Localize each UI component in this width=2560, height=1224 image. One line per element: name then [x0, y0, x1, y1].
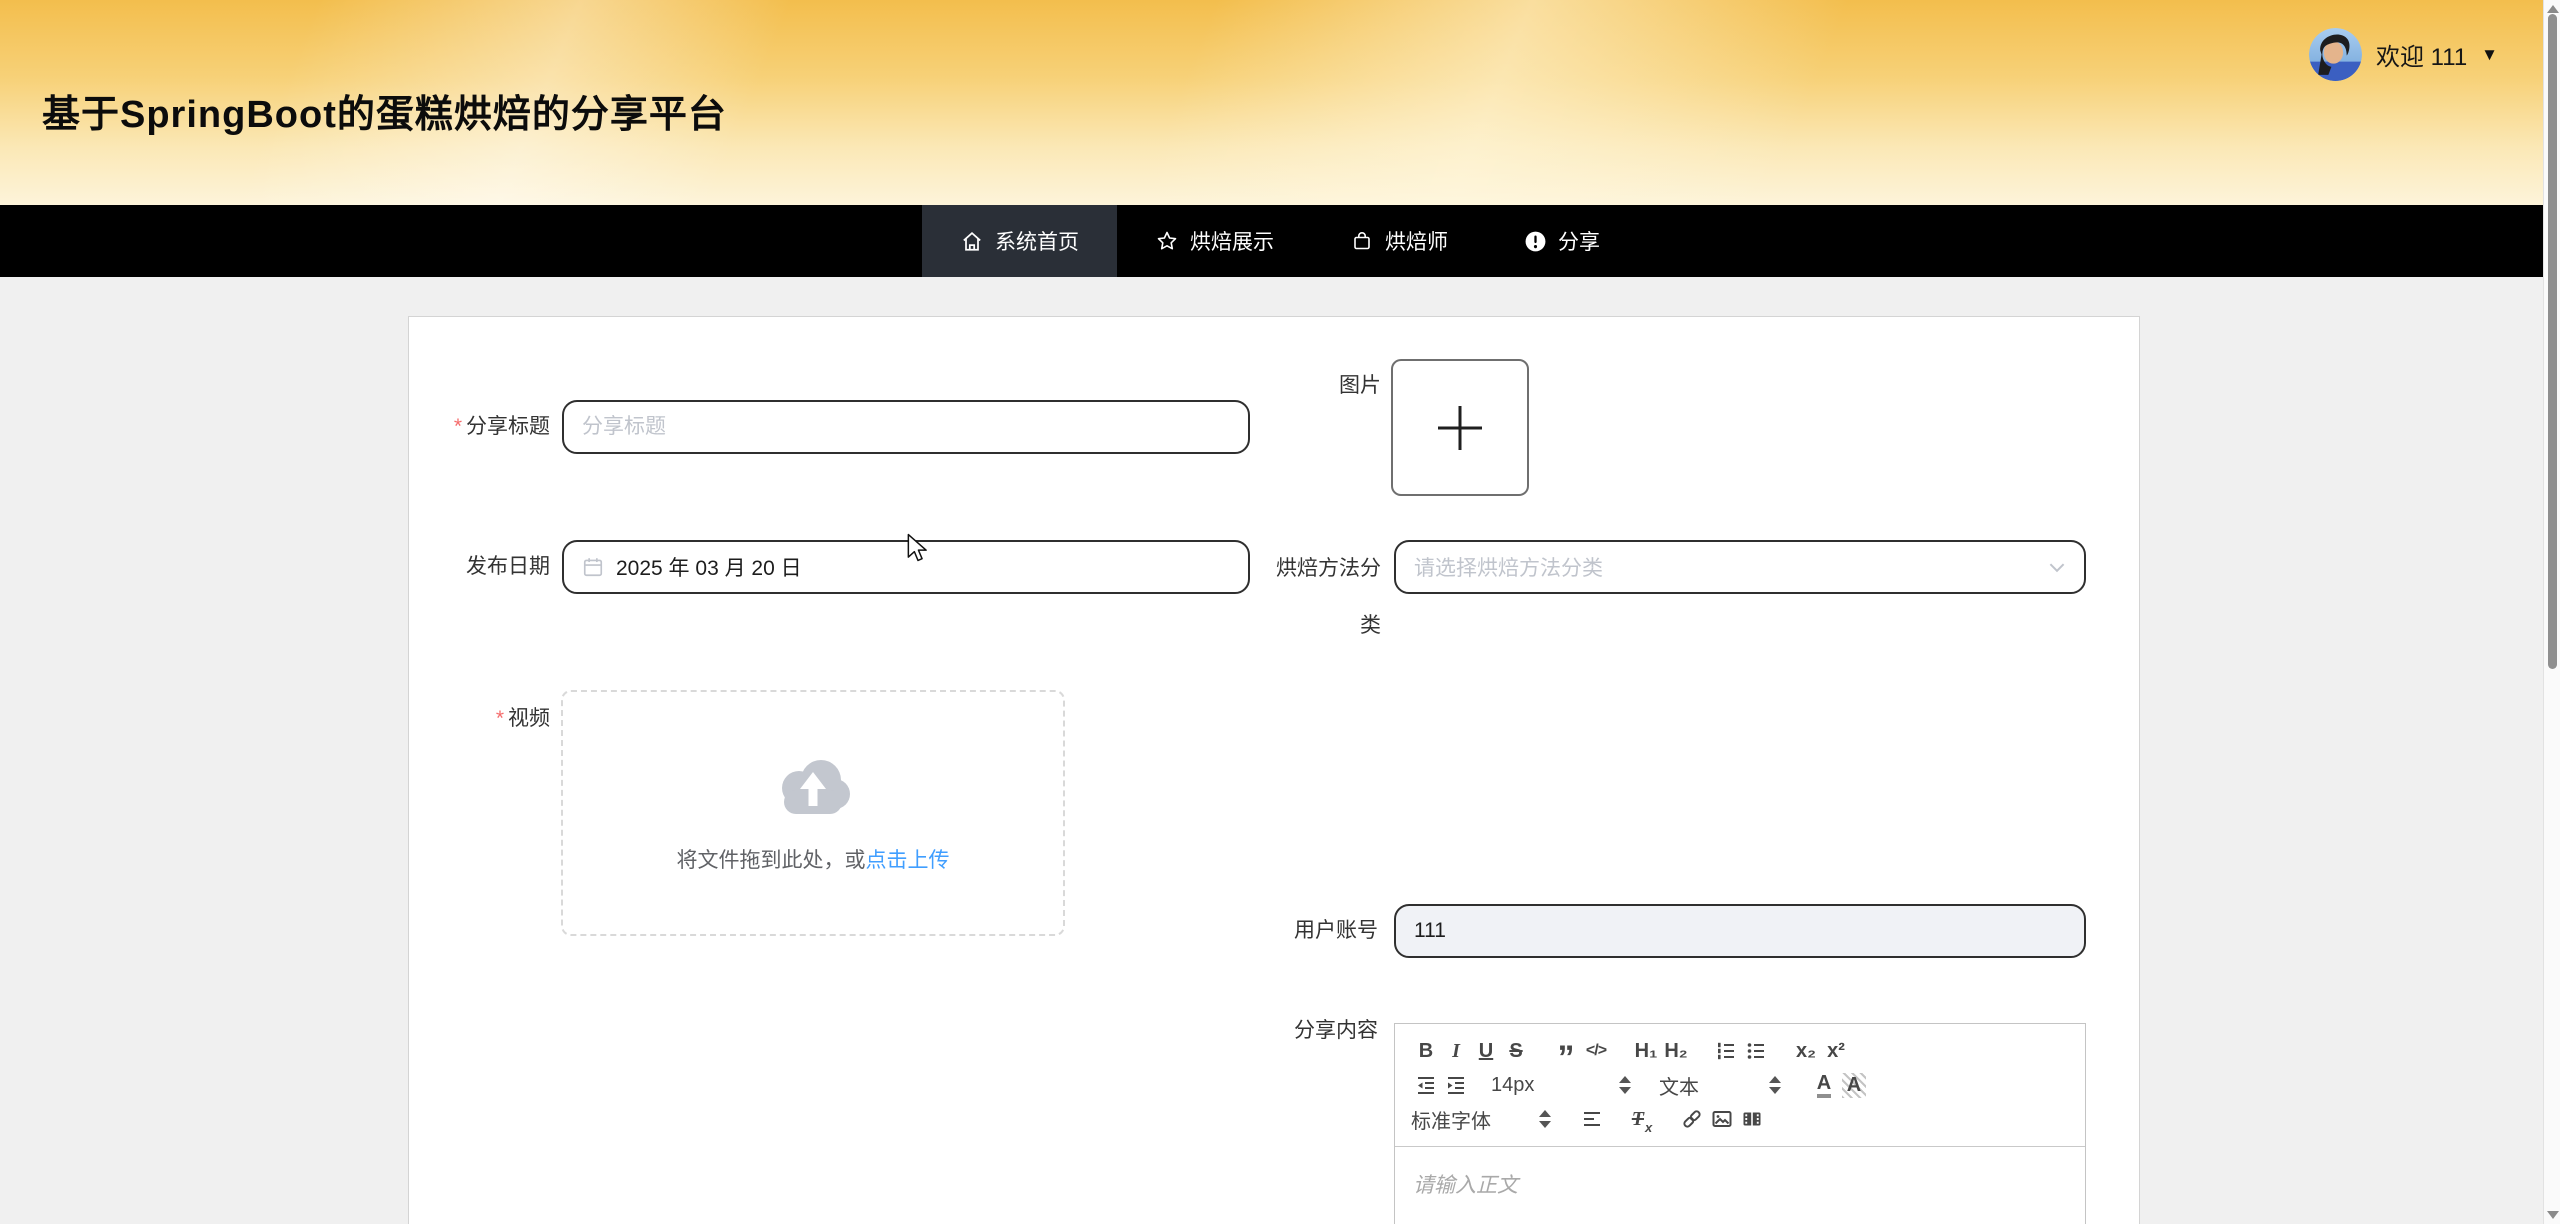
share-title-field [562, 400, 1250, 454]
background-color-button[interactable]: A [1839, 1069, 1869, 1101]
image-upload-button[interactable] [1391, 359, 1529, 496]
editor-content[interactable]: 请输入正文 [1395, 1147, 2085, 1221]
nav-item-label: 烘焙展示 [1190, 226, 1274, 256]
outdent-icon[interactable] [1411, 1069, 1441, 1101]
rich-text-editor: B I U S ” </> H₁ H₂ [1394, 1023, 2086, 1224]
nav-item-home[interactable]: 系统首页 [922, 205, 1117, 277]
main-nav: 系统首页 烘焙展示 烘焙师 分享 [0, 205, 2560, 277]
required-asterisk: * [496, 707, 504, 730]
indent-icon[interactable] [1441, 1069, 1471, 1101]
required-asterisk: * [454, 415, 462, 438]
bold-button[interactable]: B [1411, 1035, 1441, 1067]
avatar-photo [2309, 28, 2362, 81]
share-title-label: *分享标题 [409, 400, 550, 454]
blockquote-button[interactable]: ” [1551, 1028, 1581, 1074]
share-content-label: 分享内容 [1258, 1004, 1378, 1058]
bullet-list-icon[interactable] [1741, 1035, 1771, 1067]
page: 基于SpringBoot的蛋糕烘焙的分享平台 [0, 0, 2560, 1224]
scrollbar-thumb[interactable] [2548, 14, 2557, 669]
heading-picker[interactable]: 文本 [1659, 1069, 1781, 1101]
strikethrough-button[interactable]: S [1501, 1035, 1531, 1067]
star-icon [1155, 229, 1179, 253]
scroll-up-arrow-icon[interactable] [2547, 5, 2559, 13]
home-icon [960, 229, 984, 253]
publish-date-label: 发布日期 [409, 540, 550, 594]
upload-cloud-icon [769, 752, 857, 818]
align-icon[interactable] [1577, 1103, 1607, 1135]
link-icon[interactable] [1677, 1103, 1707, 1135]
underline-button[interactable]: U [1471, 1035, 1501, 1067]
share-title-input[interactable] [582, 402, 1230, 452]
account-field [1394, 904, 2086, 958]
code-block-button[interactable]: </> [1581, 1035, 1611, 1067]
font-family-value: 标准字体 [1411, 1105, 1491, 1134]
method-category-label: 烘焙方法分 类 [1261, 540, 1381, 654]
header2-button[interactable]: H₂ [1661, 1035, 1691, 1067]
scroll-down-arrow-icon[interactable] [2547, 1211, 2559, 1219]
method-category-placeholder: 请选择烘焙方法分类 [1414, 552, 1603, 582]
font-size-picker[interactable]: 14px [1491, 1069, 1631, 1101]
user-menu[interactable]: 欢迎 111 ▼ [2309, 28, 2498, 81]
page-scrollbar[interactable] [2543, 0, 2560, 1224]
share-form-card: *分享标题 图片 发布日期 [408, 316, 2140, 1224]
text-color-button[interactable]: A [1809, 1069, 1839, 1101]
insert-image-icon[interactable] [1707, 1103, 1737, 1135]
clear-format-button[interactable]: Tx [1627, 1103, 1657, 1135]
welcome-text: 欢迎 111 [2376, 37, 2467, 72]
subscript-button[interactable]: x₂ [1791, 1035, 1821, 1067]
calendar-icon [582, 556, 604, 578]
publish-date-picker[interactable]: 2025 年 03 月 20 日 [562, 540, 1250, 594]
publish-date-value: 2025 年 03 月 20 日 [616, 552, 802, 582]
video-upload-dropzone[interactable]: 将文件拖到此处，或点击上传 [561, 690, 1065, 936]
nav-item-label: 分享 [1558, 226, 1600, 256]
updown-caret-icon [1769, 1076, 1781, 1094]
nav-item-label: 系统首页 [995, 226, 1079, 256]
nav-item-baking-show[interactable]: 烘焙展示 [1117, 205, 1312, 277]
content-area: *分享标题 图片 发布日期 [0, 277, 2560, 1224]
bag-icon [1350, 229, 1374, 253]
insert-video-icon[interactable] [1737, 1103, 1767, 1135]
nav-item-label: 烘焙师 [1385, 226, 1448, 256]
plus-icon [1436, 404, 1484, 452]
method-category-select[interactable]: 请选择烘焙方法分类 [1394, 540, 2086, 594]
account-input[interactable] [1414, 906, 2066, 956]
font-family-picker[interactable]: 标准字体 [1411, 1103, 1551, 1135]
chevron-down-icon [2048, 562, 2066, 573]
nav-item-baker[interactable]: 烘焙师 [1312, 205, 1486, 277]
avatar[interactable] [2309, 28, 2362, 81]
image-label: 图片 [1261, 359, 1381, 413]
video-upload-hint: 将文件拖到此处，或点击上传 [677, 844, 950, 874]
page-header: 基于SpringBoot的蛋糕烘焙的分享平台 [0, 0, 2560, 205]
ordered-list-icon[interactable] [1711, 1035, 1741, 1067]
account-label: 用户账号 [1258, 904, 1378, 958]
italic-button[interactable]: I [1441, 1035, 1471, 1067]
click-upload-link[interactable]: 点击上传 [866, 849, 950, 872]
nav-item-share[interactable]: 分享 [1486, 205, 1638, 277]
video-label: *视频 [409, 692, 550, 746]
font-size-value: 14px [1491, 1074, 1534, 1097]
heading-value: 文本 [1659, 1071, 1699, 1100]
superscript-button[interactable]: x² [1821, 1035, 1851, 1067]
chevron-down-icon[interactable]: ▼ [2481, 45, 2498, 65]
editor-placeholder: 请输入正文 [1413, 1174, 1518, 1197]
page-title: 基于SpringBoot的蛋糕烘焙的分享平台 [42, 83, 727, 138]
updown-caret-icon [1539, 1110, 1551, 1128]
header1-button[interactable]: H₁ [1631, 1035, 1661, 1067]
exclamation-icon [1524, 230, 1547, 253]
updown-caret-icon [1619, 1076, 1631, 1094]
editor-toolbar: B I U S ” </> H₁ H₂ [1395, 1024, 2085, 1147]
